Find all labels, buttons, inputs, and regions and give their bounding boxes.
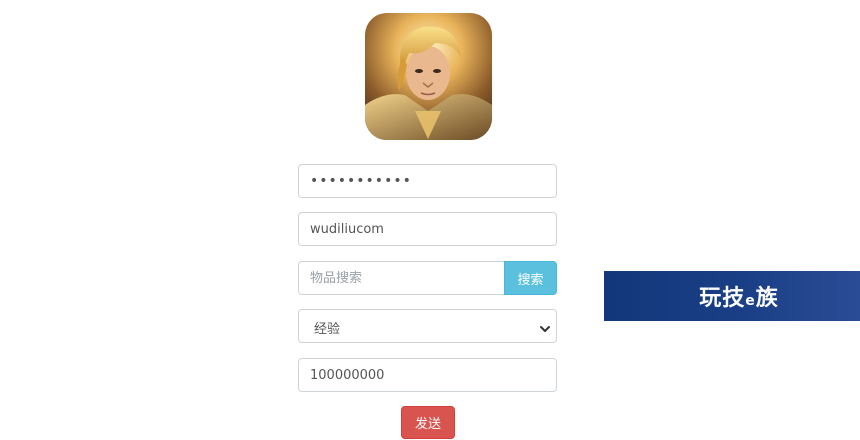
type-select[interactable]: 经验 <box>298 309 557 343</box>
type-select-value: 经验 <box>314 322 341 337</box>
game-avatar-image <box>365 13 492 140</box>
password-field[interactable] <box>298 164 557 198</box>
search-button[interactable]: 搜索 <box>504 261 557 295</box>
username-field[interactable] <box>298 212 557 246</box>
item-search-input[interactable] <box>298 261 504 295</box>
page: 搜索 经验 发送 玩技e族 <box>0 0 860 440</box>
watermark-logo: 玩技e族 <box>604 271 860 321</box>
amount-field[interactable] <box>298 358 557 392</box>
watermark-text: 玩技e族 <box>699 286 779 311</box>
chevron-down-icon <box>539 320 551 339</box>
send-button[interactable]: 发送 <box>401 406 455 439</box>
item-search-group: 搜索 <box>298 261 557 295</box>
